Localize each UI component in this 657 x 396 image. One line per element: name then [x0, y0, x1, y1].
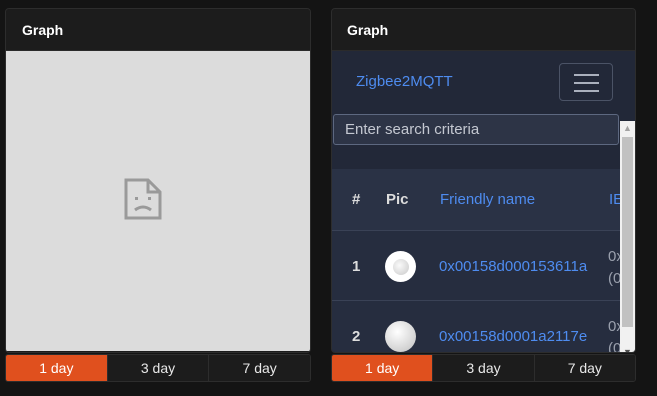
scroll-up-arrow-icon[interactable]: ▲ — [620, 121, 635, 135]
tab-7-day[interactable]: 7 day — [533, 355, 635, 381]
device-friendly-name-link[interactable]: 0x00158d000153611a — [439, 258, 587, 275]
row-number: 2 — [352, 328, 361, 345]
card-title: Graph — [332, 9, 635, 51]
tab-1-day[interactable]: 1 day — [332, 355, 433, 381]
zigbee-frame: Zigbee2MQTT # Pic Friendly name IE 1 0x0… — [332, 51, 635, 352]
devices-table: # Pic Friendly name IE 1 0x00158d0001536… — [332, 169, 624, 352]
tab-3-day[interactable]: 3 day — [432, 355, 534, 381]
navbar: Zigbee2MQTT — [332, 51, 620, 111]
search-row — [332, 111, 620, 169]
column-header-number: # — [352, 191, 361, 208]
device-image — [385, 321, 416, 352]
graph-frame — [6, 51, 310, 351]
range-tabs-left: 1 day 3 day 7 day — [5, 354, 311, 382]
table-row: 1 0x00158d000153611a 0x (0 — [332, 231, 624, 301]
brand-link[interactable]: Zigbee2MQTT — [356, 73, 453, 90]
tab-3-day[interactable]: 3 day — [106, 355, 209, 381]
search-input[interactable] — [333, 114, 619, 145]
column-header-friendly-name[interactable]: Friendly name — [440, 191, 535, 208]
scrollbar-thumb[interactable] — [622, 137, 633, 327]
table-row: 2 0x00158d0001a2117e 0x (0 — [332, 301, 624, 352]
tab-1-day[interactable]: 1 day — [6, 355, 107, 381]
device-friendly-name-link[interactable]: 0x00158d0001a2117e — [439, 328, 587, 345]
device-image — [385, 251, 416, 282]
column-header-pic: Pic — [386, 191, 409, 208]
hamburger-icon — [574, 74, 599, 76]
range-tabs-right: 1 day 3 day 7 day — [331, 354, 636, 382]
card-title: Graph — [6, 9, 310, 51]
broken-page-icon — [124, 178, 162, 220]
menu-toggle-button[interactable] — [559, 63, 613, 101]
graph-card-right: Graph Zigbee2MQTT # Pic Friendly name IE… — [331, 8, 636, 353]
vertical-scrollbar[interactable]: ▲ ▼ — [620, 121, 635, 352]
graph-card-left: Graph — [5, 8, 311, 353]
scroll-down-arrow-icon[interactable]: ▼ — [620, 345, 635, 352]
tab-7-day[interactable]: 7 day — [208, 355, 310, 381]
row-number: 1 — [352, 258, 361, 275]
table-header: # Pic Friendly name IE — [332, 169, 623, 231]
